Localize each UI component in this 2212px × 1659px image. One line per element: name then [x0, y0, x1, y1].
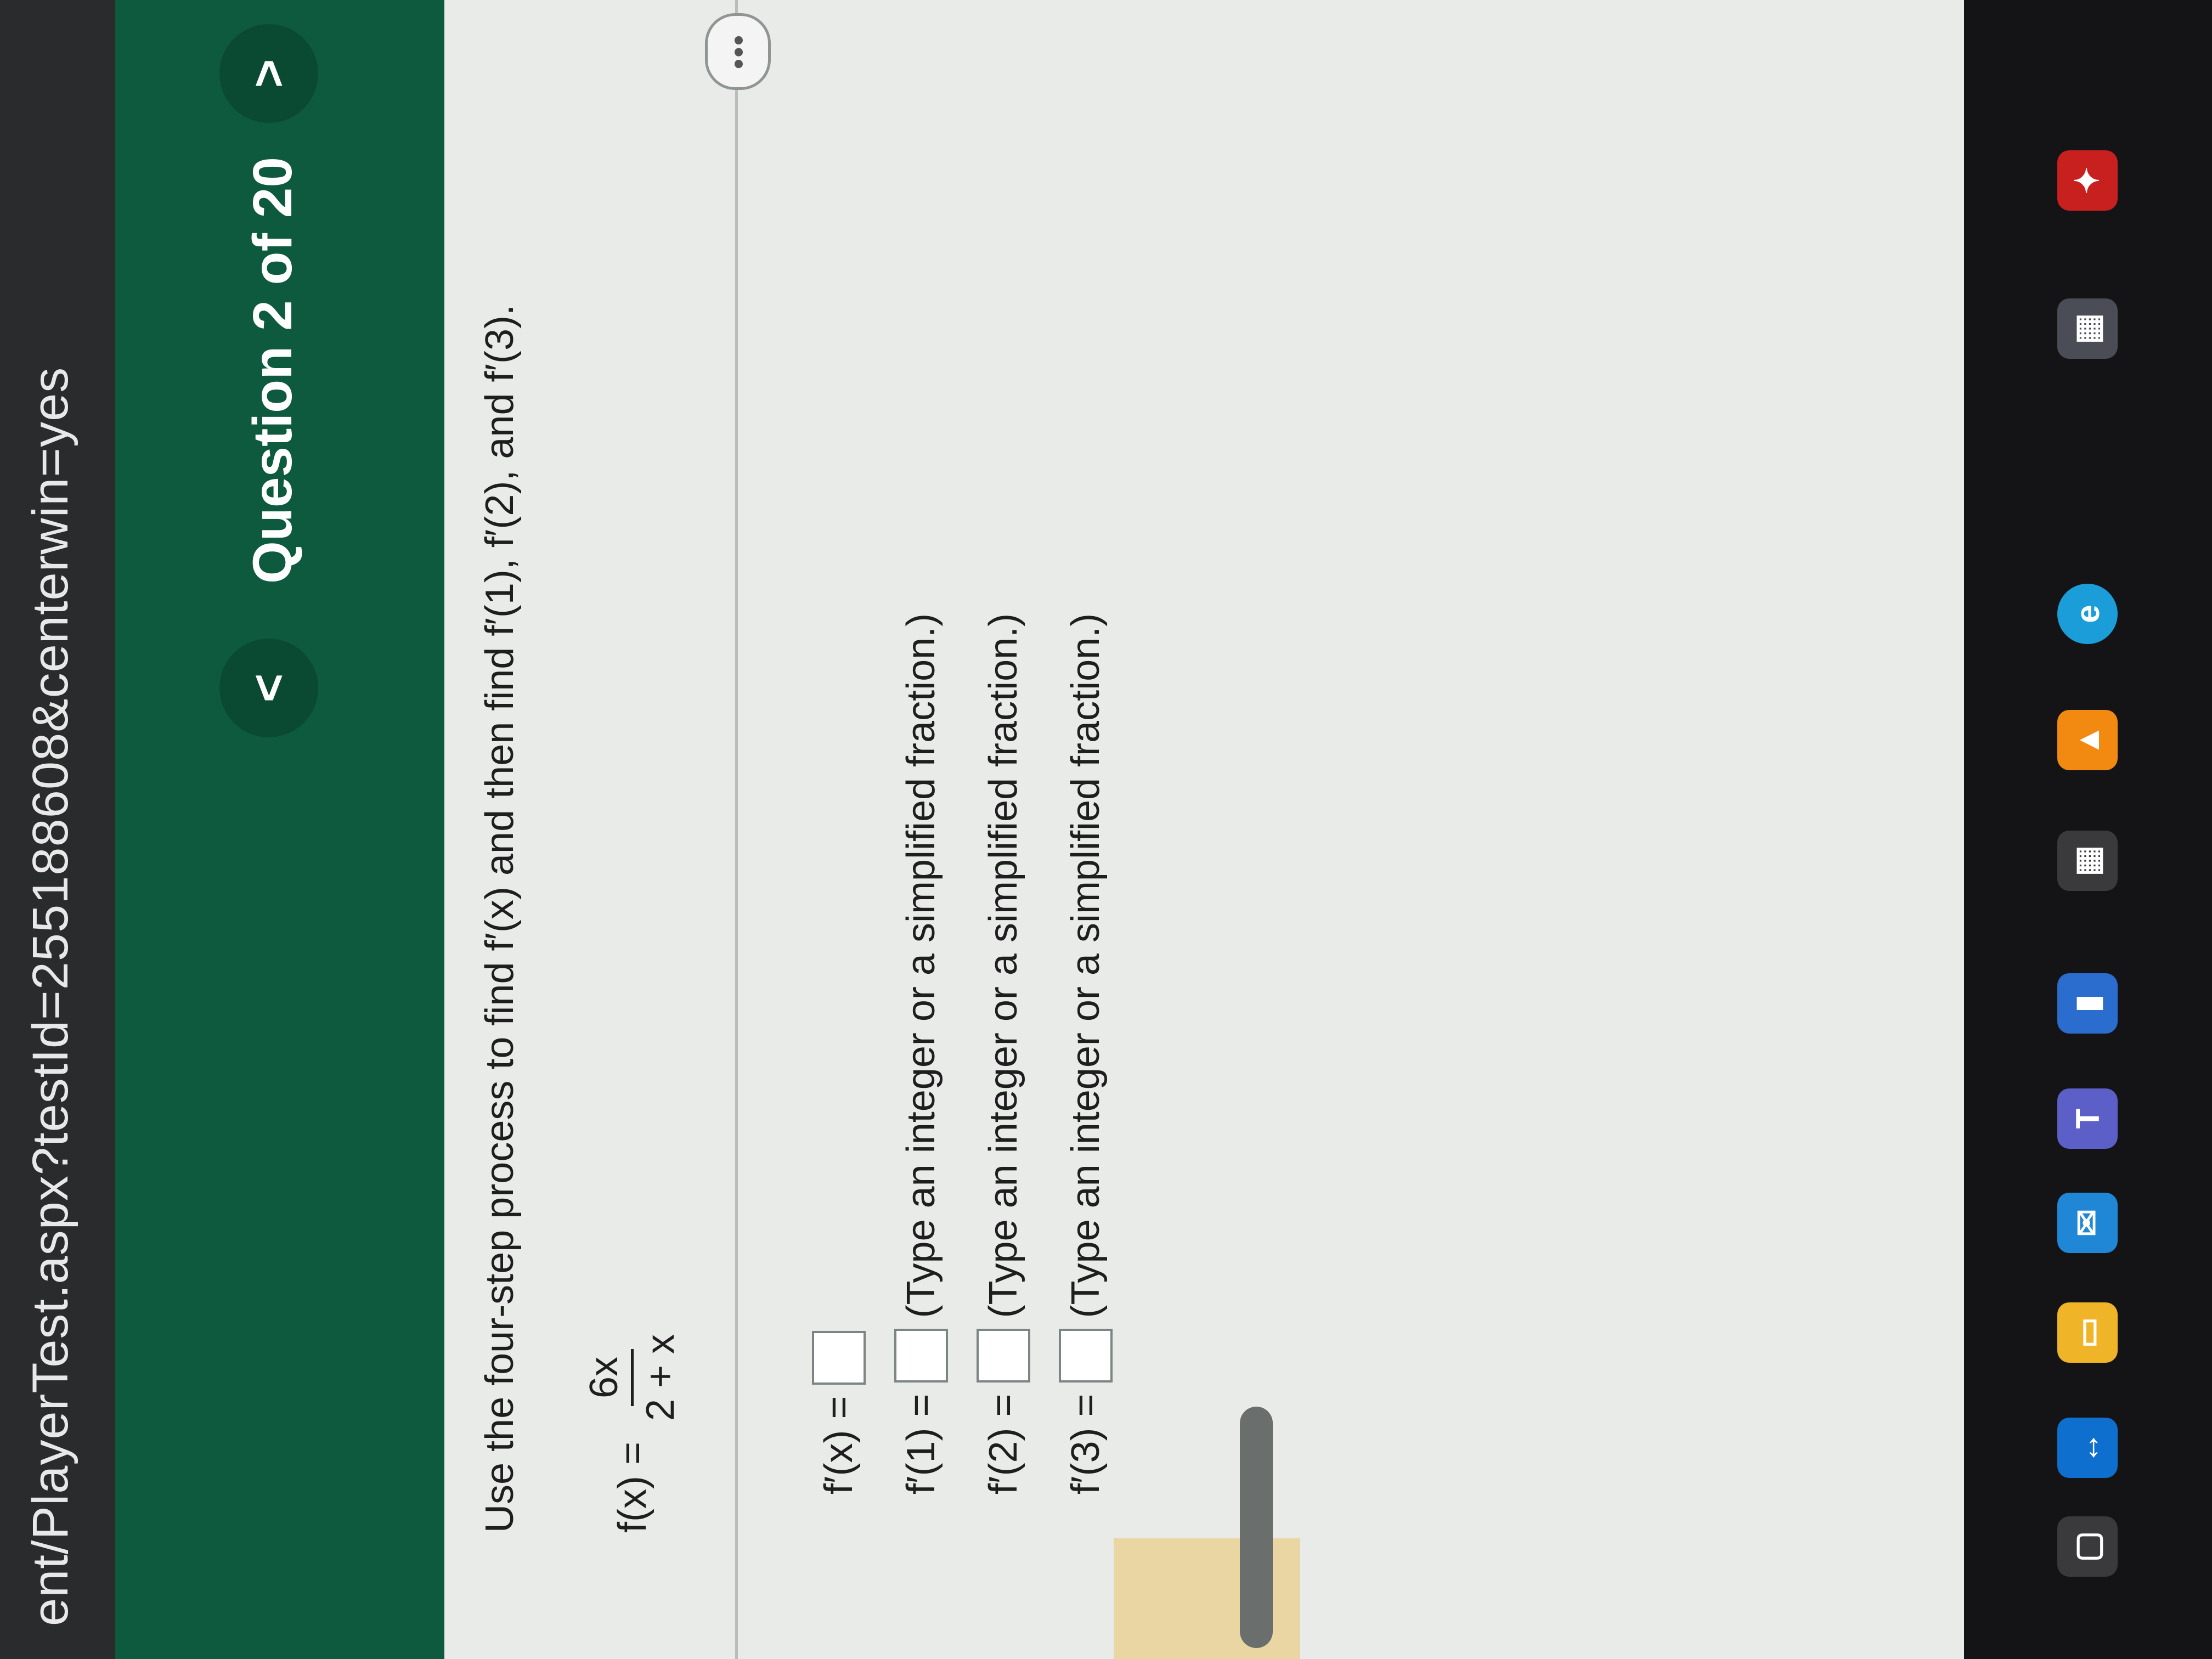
chevron-left-icon: < — [241, 673, 296, 703]
url-text[interactable]: ent/PlayerTest.aspx?testId=255188608&cen… — [22, 367, 80, 1626]
next-question-button[interactable]: > — [219, 24, 318, 123]
answer-label: f′(x) = — [817, 1396, 861, 1494]
screen: ent/PlayerTest.aspx?testId=255188608&cen… — [0, 0, 2212, 1659]
fraction-numerator: 6x — [582, 1348, 634, 1406]
mail-icon[interactable]: ✉ — [2057, 1193, 2118, 1253]
answer-row-fprime-3: f′(3) = (Type an integer or a simplified… — [1059, 613, 1113, 1494]
acrobat-icon[interactable]: ✦ — [2057, 150, 2118, 211]
store-icon[interactable]: ▦ — [2057, 831, 2118, 891]
test-page: < Question 2 of 20 > Use the four-step p… — [115, 0, 1964, 1659]
answer-hint: (Type an integer or a simplified fractio… — [899, 613, 943, 1318]
app-icon[interactable]: ▮ — [2057, 973, 2118, 1034]
file-explorer-icon[interactable]: ▭ — [2057, 1302, 2118, 1363]
calculator-icon[interactable]: ▦ — [2057, 298, 2118, 359]
answer-input-fprime-1[interactable] — [894, 1329, 948, 1383]
question-counter: Question 2 of 20 — [242, 157, 303, 584]
answer-input-fprime-x[interactable] — [812, 1331, 866, 1385]
question-prompt: Use the four-step process to find f′(x) … — [478, 304, 522, 1533]
fraction-denominator: 2 + x — [639, 1334, 682, 1421]
answer-label: f′(2) = — [981, 1393, 1025, 1494]
task-view-icon[interactable]: ▢ — [2057, 1516, 2118, 1577]
teams-icon[interactable]: T — [2057, 1088, 2118, 1149]
more-options-button[interactable]: ••• — [705, 13, 771, 90]
vlc-icon[interactable]: ▲ — [2057, 710, 2118, 770]
answer-hint: (Type an integer or a simplified fractio… — [1064, 613, 1108, 1318]
answer-input-fprime-3[interactable] — [1059, 1329, 1113, 1383]
function-lhs: f(x) = — [610, 1441, 654, 1533]
answer-row-fprime-x: f′(x) = — [812, 1331, 866, 1494]
teamviewer-icon[interactable]: ↔ — [2057, 1418, 2118, 1478]
windows-taskbar: ▢ ↔ ▭ ✉ T ▮ ▦ ▲ e ▦ ✦ — [1964, 0, 2212, 1659]
answer-hint: (Type an integer or a simplified fractio… — [981, 613, 1025, 1318]
answer-row-fprime-2: f′(2) = (Type an integer or a simplified… — [977, 613, 1030, 1494]
previous-question-button[interactable]: < — [219, 639, 318, 737]
function-definition: f(x) = 6x 2 + x — [582, 1327, 683, 1533]
answer-input-fprime-2[interactable] — [977, 1329, 1030, 1383]
edge-icon[interactable]: e — [2057, 584, 2118, 644]
answer-row-fprime-1: f′(1) = (Type an integer or a simplified… — [894, 613, 948, 1494]
answer-label: f′(1) = — [899, 1393, 943, 1494]
function-fraction: 6x 2 + x — [582, 1327, 683, 1429]
ellipsis-icon: ••• — [720, 33, 755, 70]
answer-label: f′(3) = — [1064, 1393, 1108, 1494]
section-divider — [735, 0, 738, 1659]
question-header: < Question 2 of 20 > — [115, 0, 444, 1659]
horizontal-scrollbar[interactable] — [1240, 1407, 1273, 1648]
chevron-right-icon: > — [241, 59, 296, 88]
browser-address-bar[interactable]: ent/PlayerTest.aspx?testId=255188608&cen… — [0, 0, 115, 1659]
